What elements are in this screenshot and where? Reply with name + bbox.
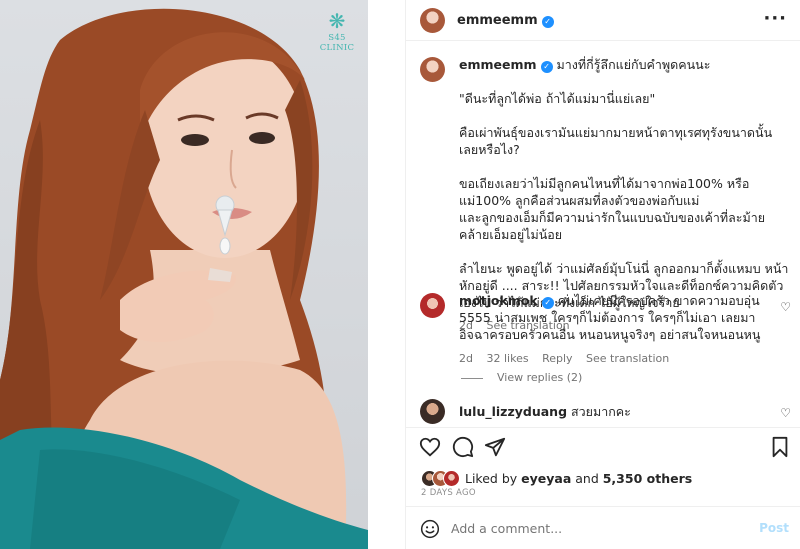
caption-paragraph: คือเผ่าพันธุ์ของเรามันแย่มากมายหน้าตาทุเ… (459, 125, 773, 157)
paper-plane-icon[interactable] (484, 436, 506, 458)
caption-paragraph: "ดีนะที่ลูกได้พ่อ ถ้าได้แม่มานี่แย่เลย" (459, 91, 656, 106)
comment-meta: 2d 32 likes Reply See translation (459, 350, 774, 367)
comment-item: motjokmok ✓ คนไม่เคยมีครอบครัว ขาดความอบอ… (459, 292, 774, 367)
add-comment-bar: Post (406, 506, 800, 549)
liker-avatar (443, 470, 460, 487)
caption-first-line: มางที่กี่รู้ลึกแย่กับคำพูดคนนะ (556, 57, 711, 72)
view-replies-label[interactable]: View replies (2) (497, 371, 582, 384)
see-translation-link[interactable]: See translation (586, 352, 669, 365)
verified-badge-icon: ✓ (540, 61, 553, 73)
likes-text[interactable]: Liked by eyeyaa and 5,350 others (465, 471, 692, 486)
post-header: emmeemm ✓ ··· (406, 0, 800, 41)
comment-like-heart-icon[interactable]: ♡ (780, 300, 791, 314)
verified-badge-icon: ✓ (541, 297, 554, 309)
commenter-username[interactable]: lulu_lizzyduang (459, 404, 567, 419)
comment-like-heart-icon[interactable]: ♡ (780, 406, 791, 420)
comment-likes[interactable]: 32 likes (486, 352, 528, 365)
caption-avatar[interactable] (420, 57, 445, 82)
caption-username[interactable]: emmeemm (459, 57, 537, 72)
post-date: 2 DAYS AGO (421, 488, 476, 498)
snowflake-logo-icon: ❋ (328, 9, 346, 33)
liker-username[interactable]: eyeyaa (521, 471, 571, 486)
comments-scroll-area[interactable]: emmeemm ✓ มางที่กี่รู้ลึกแย่กับคำพูดคนนะ … (406, 42, 800, 427)
add-comment-input[interactable] (451, 521, 731, 536)
more-horizontal-icon[interactable]: ··· (763, 8, 787, 29)
comment-item: lulu_lizzyduang สวยมากคะ (459, 403, 774, 420)
clinic-logo-text: S45 CLINIC (319, 33, 355, 53)
heart-icon[interactable] (419, 436, 441, 458)
commenter-username[interactable]: motjokmok (459, 293, 538, 308)
liker-avatars (421, 470, 461, 488)
caption-paragraph: ขอเถียงเลยว่าไม่มีลูกคนไหนที่ได้มาจากพ่อ… (459, 176, 766, 242)
comment-icon[interactable] (452, 436, 474, 458)
post-image[interactable]: ❋ S45 CLINIC (0, 0, 368, 549)
emoji-icon[interactable] (420, 519, 440, 539)
author-avatar[interactable] (420, 8, 445, 33)
comment-text: สวยมากคะ (571, 404, 631, 419)
commenter-avatar[interactable] (420, 399, 445, 424)
likes-prefix: Liked by (465, 471, 522, 486)
view-replies-button[interactable]: View replies (2) (461, 371, 582, 384)
likes-middle: and (571, 471, 603, 486)
author-username-text[interactable]: emmeemm (457, 13, 538, 28)
portrait-illustration (0, 8, 368, 549)
author-username[interactable]: emmeemm ✓ (457, 13, 554, 28)
likes-others-count[interactable]: 5,350 others (603, 471, 692, 486)
post-actions (406, 427, 800, 467)
verified-badge-icon: ✓ (541, 16, 554, 28)
commenter-avatar[interactable] (420, 293, 445, 318)
bookmark-icon[interactable] (770, 436, 790, 458)
comment-time: 2d (459, 352, 473, 365)
replies-divider (461, 377, 483, 379)
clinic-logo: ❋ S45 CLINIC (311, 10, 363, 53)
post-details-panel: emmeemm ✓ ··· emmeemm ✓ มางที่กี่รู้ลึกแย่… (405, 0, 800, 549)
post-comment-button[interactable]: Post (759, 521, 789, 535)
reply-button[interactable]: Reply (542, 352, 572, 365)
